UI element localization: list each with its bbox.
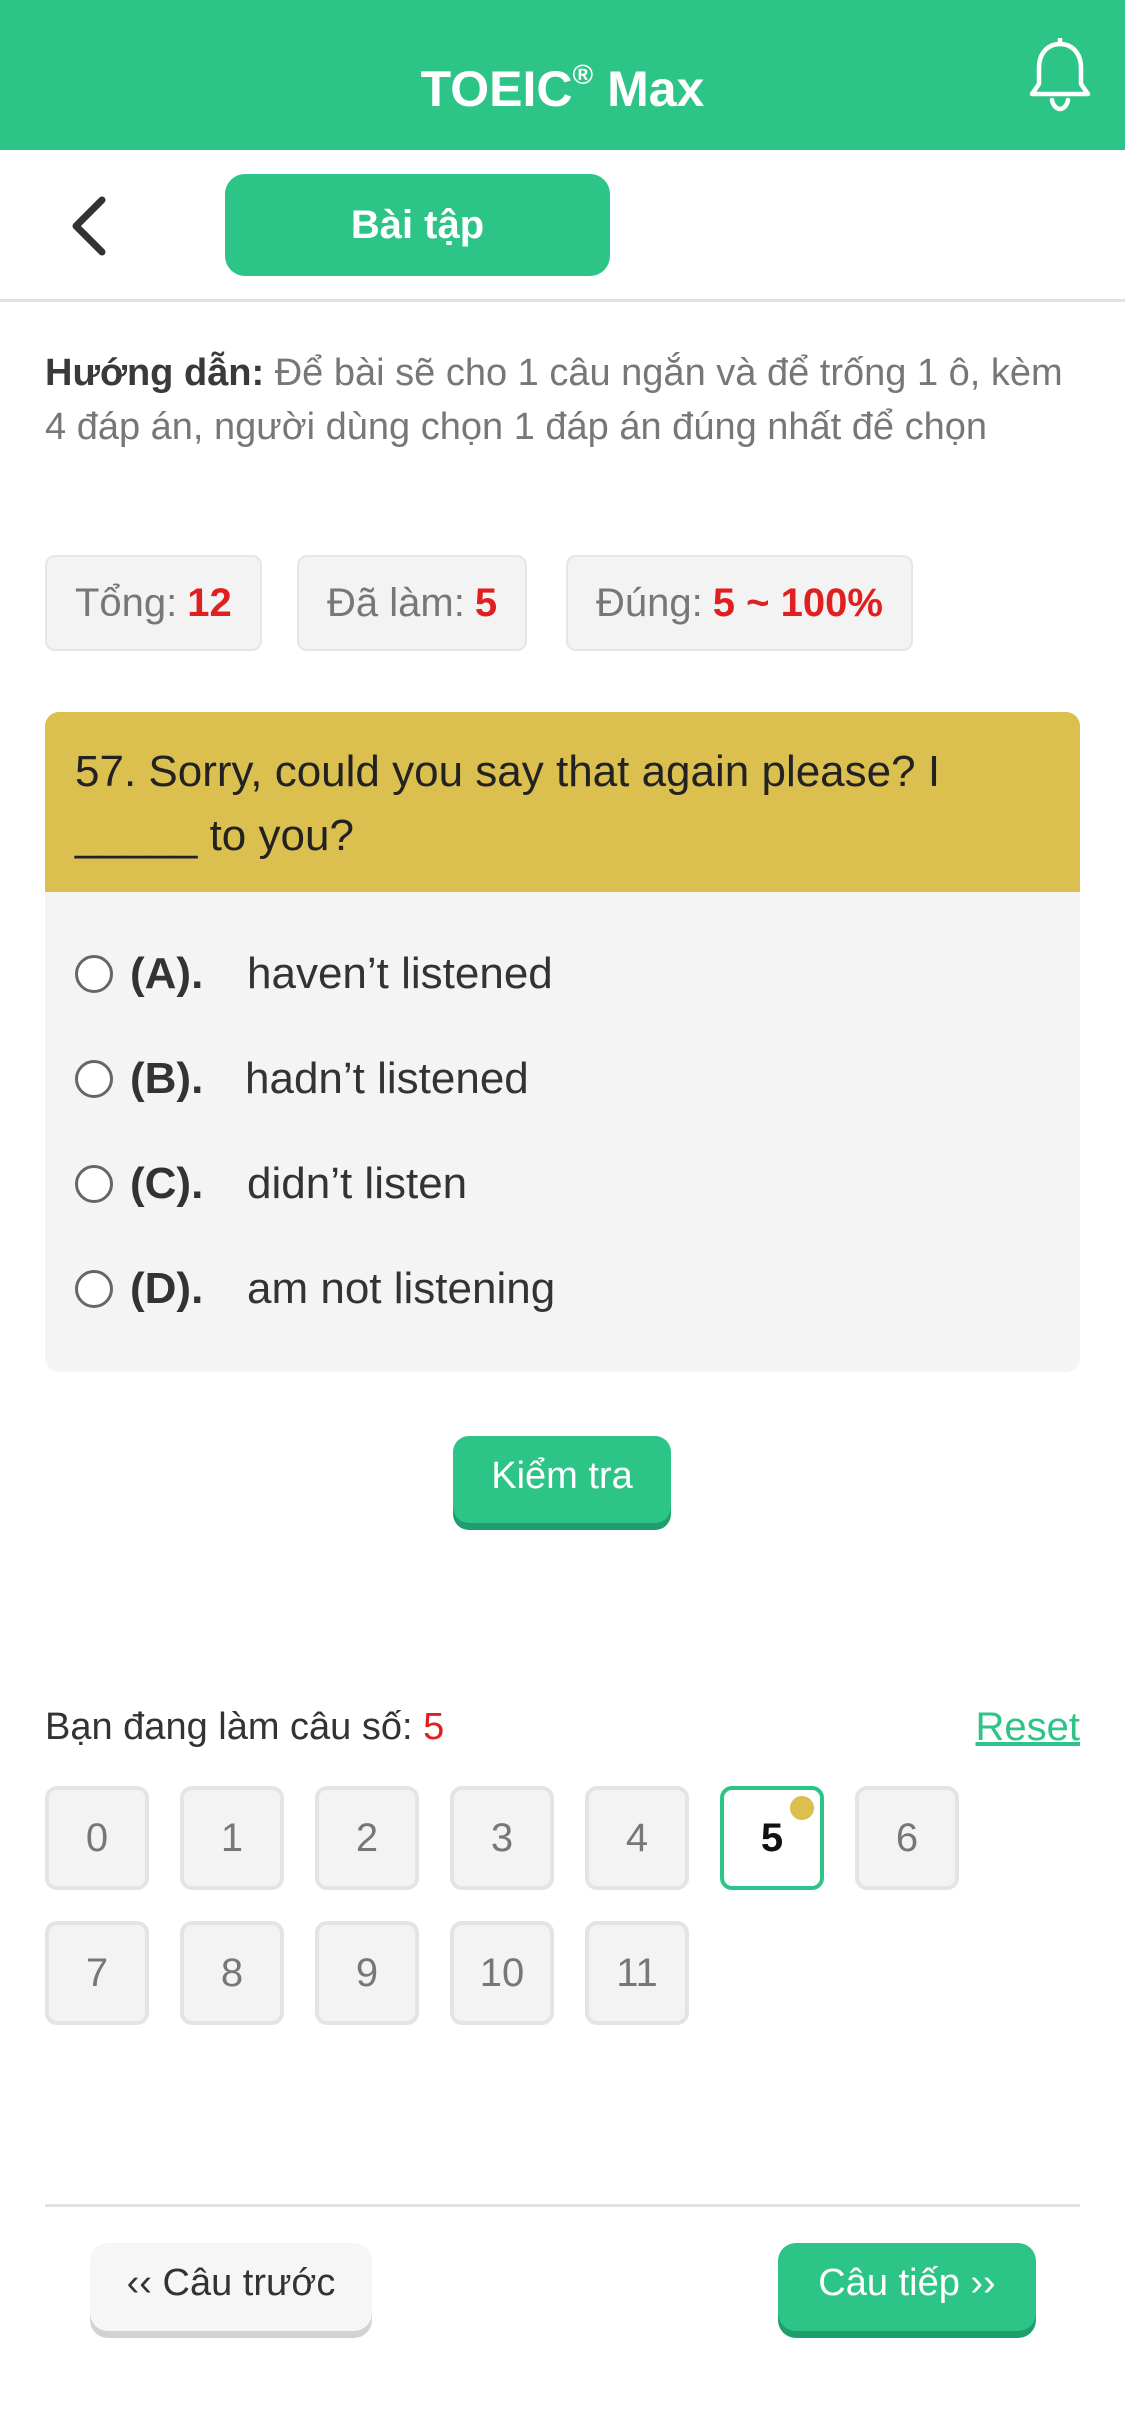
question-number-0[interactable]: 0 bbox=[45, 1786, 149, 1890]
previous-question-button[interactable]: ‹‹ Câu trước bbox=[90, 2243, 372, 2331]
bell-icon[interactable] bbox=[1025, 38, 1095, 112]
reset-link[interactable]: Reset bbox=[976, 1702, 1081, 1752]
stat-correct: Đúng: 5 ~ 100% bbox=[566, 555, 913, 651]
answered-dot bbox=[790, 1796, 814, 1820]
question-number-1[interactable]: 1 bbox=[180, 1786, 284, 1890]
question-number-3[interactable]: 3 bbox=[450, 1786, 554, 1890]
question-number-6[interactable]: 6 bbox=[855, 1786, 959, 1890]
tab-exercise[interactable]: Bài tập bbox=[225, 174, 610, 276]
current-question-indicator: Bạn đang làm câu số: 5 bbox=[45, 1706, 445, 1748]
app-bar: TOEIC® Max bbox=[0, 0, 1125, 150]
instructions-label: Hướng dẫn: bbox=[45, 352, 265, 394]
check-button[interactable]: Kiểm tra bbox=[453, 1436, 671, 1523]
option-c[interactable]: (C). didn’t listen bbox=[75, 1154, 1035, 1214]
radio-button[interactable] bbox=[75, 1165, 113, 1203]
option-a[interactable]: (A). haven’t listened bbox=[75, 944, 1035, 1004]
question-number-9[interactable]: 9 bbox=[315, 1921, 419, 2025]
question-number-7[interactable]: 7 bbox=[45, 1921, 149, 2025]
question-header: 57. Sorry, could you say that again plea… bbox=[45, 712, 1080, 892]
question-number-8[interactable]: 8 bbox=[180, 1921, 284, 2025]
instructions: Hướng dẫn: Để bài sẽ cho 1 câu ngắn và đ… bbox=[45, 346, 1085, 454]
question-text: 57. Sorry, could you say that again plea… bbox=[75, 747, 941, 860]
chevron-left-icon[interactable] bbox=[62, 194, 122, 258]
question-number-11[interactable]: 11 bbox=[585, 1921, 689, 2025]
radio-button[interactable] bbox=[75, 955, 113, 993]
option-d[interactable]: (D). am not listening bbox=[75, 1259, 1035, 1319]
footer-divider bbox=[45, 2204, 1080, 2207]
question-number-5[interactable]: 5 bbox=[720, 1786, 824, 1890]
next-question-button[interactable]: Câu tiếp ›› bbox=[778, 2243, 1036, 2331]
stat-done: Đã làm: 5 bbox=[297, 555, 528, 651]
question-card: 57. Sorry, could you say that again plea… bbox=[45, 712, 1080, 1372]
app-title: TOEIC® Max bbox=[420, 59, 705, 117]
radio-button[interactable] bbox=[75, 1060, 113, 1098]
option-b[interactable]: (B). hadn’t listened bbox=[75, 1049, 1035, 1109]
radio-button[interactable] bbox=[75, 1270, 113, 1308]
question-number-4[interactable]: 4 bbox=[585, 1786, 689, 1890]
sub-navigation-bar: Bài tập bbox=[0, 150, 1125, 302]
question-number-10[interactable]: 10 bbox=[450, 1921, 554, 2025]
stat-total: Tổng: 12 bbox=[45, 555, 262, 651]
question-number-2[interactable]: 2 bbox=[315, 1786, 419, 1890]
